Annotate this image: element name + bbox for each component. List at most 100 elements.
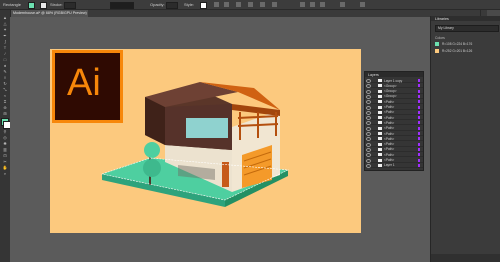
layer-label: <Group> [384,89,397,94]
align-center-icon[interactable] [310,2,315,7]
visibility-eye-icon[interactable] [366,163,371,168]
layer-label: Layer 1 [384,163,395,168]
layer-row[interactable]: <Path> [365,158,423,163]
pencil-tool-icon[interactable]: ✎ [2,70,8,74]
layer-thumbnail [378,79,382,82]
layer-row[interactable]: <Path> [365,152,423,158]
layer-color-mark [418,142,420,146]
layer-row[interactable]: <Group> [365,89,423,94]
control-bar: Rectangle Stroke: Opacity: Style: [0,0,500,10]
align-left-icon[interactable] [300,2,305,7]
width-tool-icon[interactable]: ≈ [2,94,8,98]
menu-icon[interactable] [360,2,365,7]
rotate-tool-icon[interactable]: ↻ [2,82,8,86]
curvature-tool-icon[interactable]: ∫ [2,40,8,44]
layer-thumbnail [378,158,382,162]
graph-tool-icon[interactable]: ▥ [2,148,8,152]
layer-row[interactable]: <Path> [365,120,423,126]
isolate-icon[interactable] [260,2,265,7]
style-swatch[interactable] [200,2,207,9]
library-color-item[interactable]: R=108 G=224 B=176 [435,41,497,47]
layer-row[interactable]: <Path> [365,99,423,105]
layer-color-mark [418,100,420,104]
slice-tool-icon[interactable]: ✂ [2,160,8,164]
library-color-swatch [435,49,439,53]
layer-row[interactable]: <Path> [365,136,423,142]
opacity-field[interactable] [166,2,178,9]
stroke-swatch[interactable] [40,2,47,9]
type-tool-icon[interactable]: T [2,46,8,50]
perspective-grid-tool-icon[interactable]: ⊞ [2,112,8,116]
layer-row[interactable]: <Group> [365,83,423,89]
symbol-sprayer-tool-icon[interactable]: ✺ [2,142,8,146]
layer-thumbnail [378,116,382,120]
layer-row[interactable]: Layer 1 [365,163,423,168]
libraries-panel-header: Libraries [431,16,500,21]
layer-label: Layer 1 copy [384,78,403,83]
layer-color-mark [418,147,420,151]
artboard-tool-icon[interactable]: ⊡ [2,154,8,158]
layer-row[interactable]: <Path> [365,115,423,121]
layer-row[interactable]: <Path> [365,126,423,131]
eraser-tool-icon[interactable]: ◊ [2,76,8,80]
document-tab[interactable]: Modernhouse.ai* @ 68% (RGB/GPU Preview) [10,10,88,17]
layer-row[interactable]: <Path> [365,110,423,115]
distribute-icon[interactable] [340,2,345,7]
blend-tool-icon[interactable]: ◎ [2,136,8,140]
shape-icon[interactable] [248,2,253,7]
transform-icon[interactable] [236,2,241,7]
zoom-tool-icon[interactable]: ⌕ [2,172,8,176]
fill-swatch[interactable] [28,2,35,9]
logo-text: Ai [67,62,101,104]
layer-color-mark [418,132,420,135]
layer-row[interactable]: <Path> [365,142,423,147]
house-illustration[interactable] [100,80,300,220]
layer-thumbnail [378,142,382,146]
layer-color-mark [418,158,420,162]
free-transform-tool-icon[interactable]: ⌗ [2,100,8,104]
layer-color-mark [418,84,420,88]
library-dropdown[interactable]: My Library [435,25,499,32]
libraries-panel-title: Libraries [435,16,449,21]
layer-thumbnail [378,147,382,151]
library-color-label: R=252 G=201 B=126 [442,48,473,53]
align-icon[interactable] [224,2,229,7]
eyedropper-tool-icon[interactable]: ⚲ [2,130,8,134]
layer-color-mark [418,116,420,120]
layer-row[interactable]: Layer 1 copy [365,78,423,83]
layer-row[interactable]: <Group> [365,94,423,99]
paintbrush-tool-icon[interactable]: ♠ [2,64,8,68]
layer-thumbnail [378,89,382,93]
layer-color-mark [418,126,420,130]
layers-panel-title: Layers [368,72,379,77]
layer-thumbnail [378,110,382,114]
pen-tool-icon[interactable]: ✒ [2,34,8,38]
layer-label: <Path> [384,105,395,109]
layer-thumbnail [378,94,382,98]
variable-width-profile[interactable] [110,2,134,9]
upper-window [186,118,228,138]
scale-tool-icon[interactable]: ⤡ [2,88,8,92]
align-right-icon[interactable] [320,2,325,7]
direct-selection-tool-icon[interactable]: △ [2,22,8,26]
rectangle-tool-icon[interactable]: □ [2,58,8,62]
library-color-swatch [435,42,439,46]
layer-row[interactable]: <Path> [365,131,423,136]
hand-tool-icon[interactable]: ✋ [2,166,8,170]
library-color-item[interactable]: R=252 G=201 B=126 [435,48,497,54]
selection-tool-icon[interactable]: ▲ [2,16,8,20]
layer-row[interactable]: <Path> [365,105,423,110]
line-tool-icon[interactable]: / [2,52,8,56]
libraries-footer [431,254,500,262]
front-door [222,162,229,187]
edit-icon[interactable] [272,2,277,7]
recolor-icon[interactable] [214,2,219,7]
layer-color-mark [418,94,420,98]
magic-wand-tool-icon[interactable]: ✦ [2,28,8,32]
layer-label: <Path> [384,99,395,104]
shape-builder-tool-icon[interactable]: ⊕ [2,106,8,110]
stroke-weight-field[interactable] [64,2,76,9]
layer-row[interactable]: <Path> [365,147,423,152]
layer-label: <Group> [384,94,397,99]
stroke-label: Stroke: [50,2,63,7]
